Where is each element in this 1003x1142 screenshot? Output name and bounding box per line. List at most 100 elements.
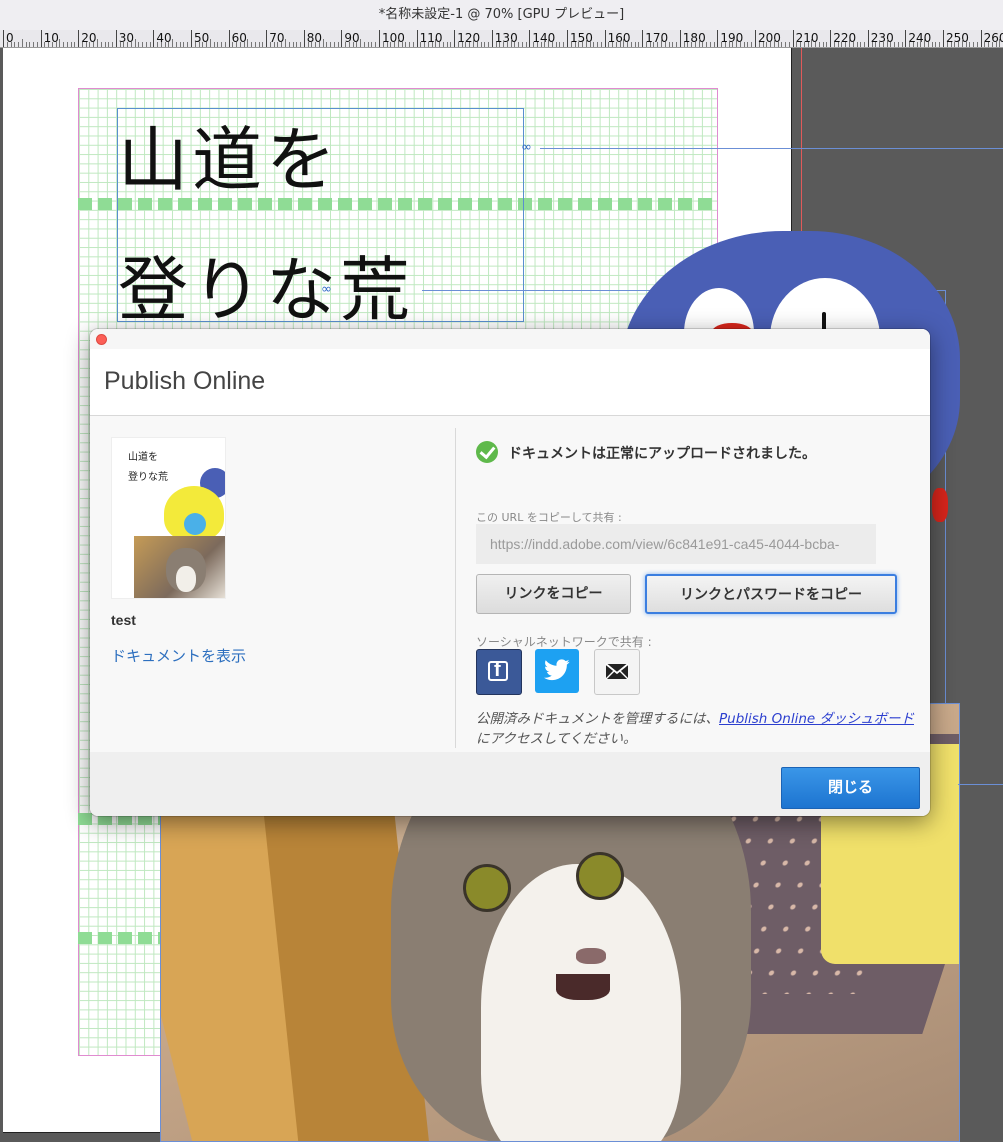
ruler-major-tick: [567, 30, 568, 47]
ruler-minor-tick: [623, 39, 625, 47]
link-icon[interactable]: ∞: [521, 140, 532, 155]
ruler-major-tick: [830, 30, 832, 47]
ruler-minor-tick: [525, 42, 527, 47]
close-window-icon[interactable]: [96, 334, 107, 345]
ruler-minor-tick: [871, 42, 873, 47]
window-title: *名称未設定-1 @ 70% [GPU プレビュー]: [0, 0, 1003, 31]
ruler-minor-tick: [781, 42, 783, 47]
ruler-minor-tick: [367, 42, 369, 47]
ruler-minor-tick: [988, 42, 990, 47]
ruler-major-tick: [529, 30, 531, 47]
ruler-minor-tick: [630, 42, 632, 47]
ruler-minor-tick: [672, 42, 674, 47]
ruler-minor-tick: [875, 42, 877, 47]
document-thumbnail: 山道を 登りな荒: [111, 437, 226, 599]
ruler-minor-tick: [63, 42, 65, 47]
ruler-minor-tick: [612, 42, 614, 47]
url-label: この URL をコピーして共有 :: [476, 511, 622, 524]
ruler-minor-tick: [386, 42, 388, 47]
ruler-minor-tick: [127, 42, 129, 47]
ruler-minor-tick: [894, 42, 896, 47]
ruler-minor-tick: [217, 42, 219, 47]
ruler-minor-tick: [585, 39, 587, 47]
ruler-minor-tick: [363, 42, 365, 47]
ruler-major-tick: [642, 30, 644, 47]
ruler-minor-tick: [514, 42, 516, 47]
ruler-minor-tick: [815, 42, 817, 47]
ruler-minor-tick: [732, 42, 734, 47]
ruler-minor-tick: [649, 42, 651, 47]
ruler-minor-tick: [706, 42, 708, 47]
ruler-minor-tick: [326, 42, 328, 47]
close-button[interactable]: 閉じる: [781, 767, 920, 809]
ruler-major-tick: [40, 30, 42, 47]
horizontal-ruler[interactable]: 0 10 20 30 40 50 60 70 80 90 100 110 120 130 140 150 160…: [0, 30, 1003, 48]
view-document-link[interactable]: ドキュメントを表示: [111, 645, 246, 666]
ruler-minor-tick: [506, 42, 508, 47]
manage-note-prefix: 公開済みドキュメントを管理するには、: [476, 711, 719, 727]
ruler-minor-tick: [803, 42, 805, 47]
mascot-cheek: [932, 488, 948, 522]
dialog-titlebar[interactable]: [90, 329, 930, 349]
ruler-minor-tick: [394, 42, 396, 47]
ruler-minor-tick: [179, 42, 181, 47]
ruler-major-tick: [905, 30, 907, 47]
ruler-minor-tick: [337, 42, 339, 47]
ruler-minor-tick: [100, 42, 102, 47]
ruler-minor-tick: [145, 42, 147, 47]
ruler-minor-tick: [800, 42, 802, 47]
ruler-minor-tick: [777, 42, 779, 47]
ruler-minor-tick: [390, 42, 392, 47]
thumbnail-text-line-2: 登りな荒: [128, 472, 168, 483]
ruler-minor-tick: [995, 42, 997, 47]
ruler-minor-tick: [409, 42, 411, 47]
ruler-minor-tick: [442, 42, 444, 47]
ruler-minor-tick: [251, 42, 253, 47]
email-share-button[interactable]: [594, 649, 640, 695]
facebook-share-button[interactable]: f: [476, 649, 522, 695]
twitter-share-button[interactable]: [535, 649, 579, 693]
ruler-minor-tick: [333, 42, 335, 47]
ruler-minor-tick: [356, 42, 358, 47]
ruler-minor-tick: [473, 39, 474, 47]
ruler-minor-tick: [29, 42, 31, 47]
ruler-minor-tick: [318, 42, 320, 47]
ruler-minor-tick: [55, 42, 57, 47]
ruler-minor-tick: [563, 42, 565, 47]
ruler-minor-tick: [627, 42, 629, 47]
success-message: ドキュメントは正常にアップロードされました。: [508, 446, 816, 462]
ruler-major-tick: [416, 30, 418, 47]
canvas-text-line-1[interactable]: 山道を: [118, 104, 340, 205]
ruler-minor-tick: [503, 42, 505, 47]
dialog-title: Publish Online: [104, 367, 266, 395]
ruler-minor-tick: [796, 42, 798, 47]
copy-link-password-button[interactable]: リンクとパスワードをコピー: [645, 574, 897, 614]
ruler-minor-tick: [123, 42, 125, 47]
ruler-minor-tick: [901, 42, 903, 47]
canvas-text-line-2[interactable]: 登りな荒: [118, 234, 414, 335]
ruler-minor-tick: [736, 39, 738, 47]
ruler-minor-tick: [882, 42, 884, 47]
publish-online-dialog[interactable]: Publish Online 山道を 登りな荒 test ドキュメントを表示 ド…: [90, 329, 930, 816]
copy-link-button[interactable]: リンクをコピー: [476, 574, 631, 614]
publish-online-dashboard-link[interactable]: Publish Online ダッシュボード: [719, 711, 914, 727]
ruler-minor-tick: [382, 42, 384, 47]
ruler-minor-tick: [939, 42, 941, 47]
ruler-major-tick: [303, 30, 305, 47]
url-field[interactable]: https://indd.adobe.com/view/6c841e91-ca4…: [476, 524, 876, 564]
ruler-minor-tick: [247, 39, 249, 47]
ruler-minor-tick: [811, 39, 813, 47]
ruler-minor-tick: [521, 42, 523, 47]
ruler-minor-tick: [788, 42, 790, 47]
ruler-minor-tick: [70, 42, 72, 47]
manage-note: 公開済みドキュメントを管理するには、Publish Online ダッシュボード…: [476, 709, 916, 749]
ruler-minor-tick: [345, 42, 347, 47]
ruler-minor-tick: [300, 42, 302, 47]
ruler-minor-tick: [909, 42, 911, 47]
ruler-minor-tick: [897, 42, 899, 47]
thumbnail-character-face: [184, 513, 206, 535]
ruler-minor-tick: [18, 42, 20, 47]
ruler-minor-tick: [890, 42, 892, 47]
ruler-minor-tick: [747, 42, 749, 47]
link-icon[interactable]: ∞: [321, 282, 332, 297]
